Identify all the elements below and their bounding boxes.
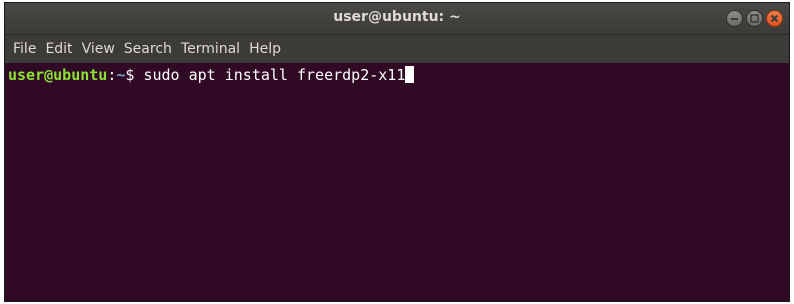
minimize-icon <box>731 18 738 20</box>
close-icon <box>770 14 779 23</box>
menu-view[interactable]: View <box>82 41 120 57</box>
menu-search[interactable]: Search <box>124 41 177 57</box>
command-input[interactable]: sudo apt install freerdp2-x11 <box>143 66 405 84</box>
menu-bar: File Edit View Search Terminal Help <box>5 35 789 63</box>
prompt-symbol: $ <box>125 66 144 84</box>
menu-file[interactable]: File <box>13 41 41 57</box>
menu-help[interactable]: Help <box>249 41 286 57</box>
prompt-user: user@ubuntu <box>8 66 108 84</box>
terminal-window: user@ubuntu: ~ File Edit View Search Ter… <box>4 2 790 302</box>
close-button[interactable] <box>766 10 783 27</box>
minimize-button[interactable] <box>726 10 743 27</box>
maximize-icon <box>750 14 759 23</box>
menu-terminal[interactable]: Terminal <box>181 41 245 57</box>
menu-edit[interactable]: Edit <box>45 41 77 57</box>
text-cursor <box>405 66 415 83</box>
maximize-button[interactable] <box>746 10 763 27</box>
title-bar[interactable]: user@ubuntu: ~ <box>5 3 789 35</box>
terminal-output[interactable]: user@ubuntu:~$ sudo apt install freerdp2… <box>5 63 789 301</box>
window-title: user@ubuntu: ~ <box>333 9 461 25</box>
window-controls <box>726 10 783 28</box>
